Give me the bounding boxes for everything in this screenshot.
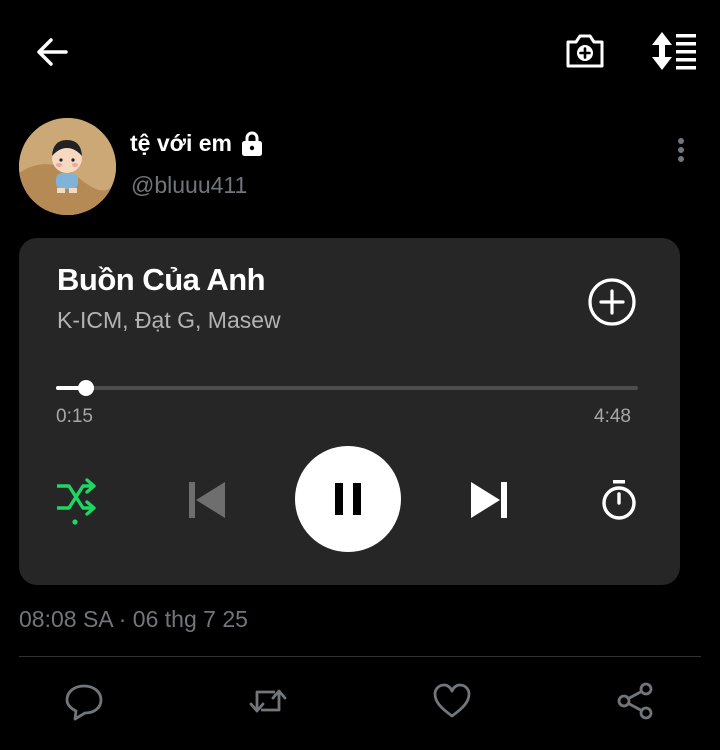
display-name-text: tệ với em: [130, 130, 233, 156]
shuffle-icon: [57, 478, 96, 525]
reply-icon: [65, 684, 103, 721]
camera-button[interactable]: [562, 28, 608, 74]
next-track-button[interactable]: [466, 477, 512, 523]
heart-icon: [433, 683, 471, 718]
author-name[interactable]: tệ với em: [130, 130, 264, 157]
arrow-left-icon: [37, 38, 68, 66]
add-to-library-button[interactable]: [586, 276, 638, 328]
total-duration: 4:48: [594, 406, 631, 427]
more-vertical-icon: [678, 138, 684, 162]
reply-button[interactable]: [63, 680, 105, 722]
progress-bar[interactable]: [56, 380, 638, 396]
previous-track-button[interactable]: [184, 477, 230, 523]
song-artists: K-ICM, Đạt G, Masew: [57, 307, 281, 333]
shuffle-button[interactable]: [53, 476, 99, 526]
retweet-icon: [249, 689, 287, 713]
retweet-button[interactable]: [247, 680, 289, 722]
pause-icon: [335, 483, 361, 515]
lock-icon: [242, 131, 263, 156]
sort-button[interactable]: [648, 28, 700, 74]
like-button[interactable]: [431, 680, 473, 722]
share-button[interactable]: [615, 680, 657, 722]
divider: [19, 656, 701, 657]
sleep-timer-button[interactable]: [596, 477, 642, 523]
add-circle-icon: [588, 278, 636, 326]
camera-plus-icon: [566, 34, 604, 68]
avatar[interactable]: [19, 118, 116, 215]
more-options-button[interactable]: [670, 134, 692, 168]
sort-list-icon: [652, 32, 696, 70]
post-timestamp: 08:08 SA · 06 thg 7 25: [19, 606, 248, 632]
skip-previous-icon: [189, 482, 225, 518]
author-handle[interactable]: @bluuu411: [131, 172, 247, 199]
share-icon: [617, 682, 653, 720]
elapsed-time: 0:15: [56, 406, 93, 427]
pause-button[interactable]: [295, 446, 401, 552]
song-title: Buồn Của Anh: [57, 262, 266, 297]
skip-next-icon: [471, 482, 507, 518]
back-button[interactable]: [30, 30, 74, 74]
timer-icon: [602, 480, 636, 520]
avatar-image: [19, 118, 116, 215]
